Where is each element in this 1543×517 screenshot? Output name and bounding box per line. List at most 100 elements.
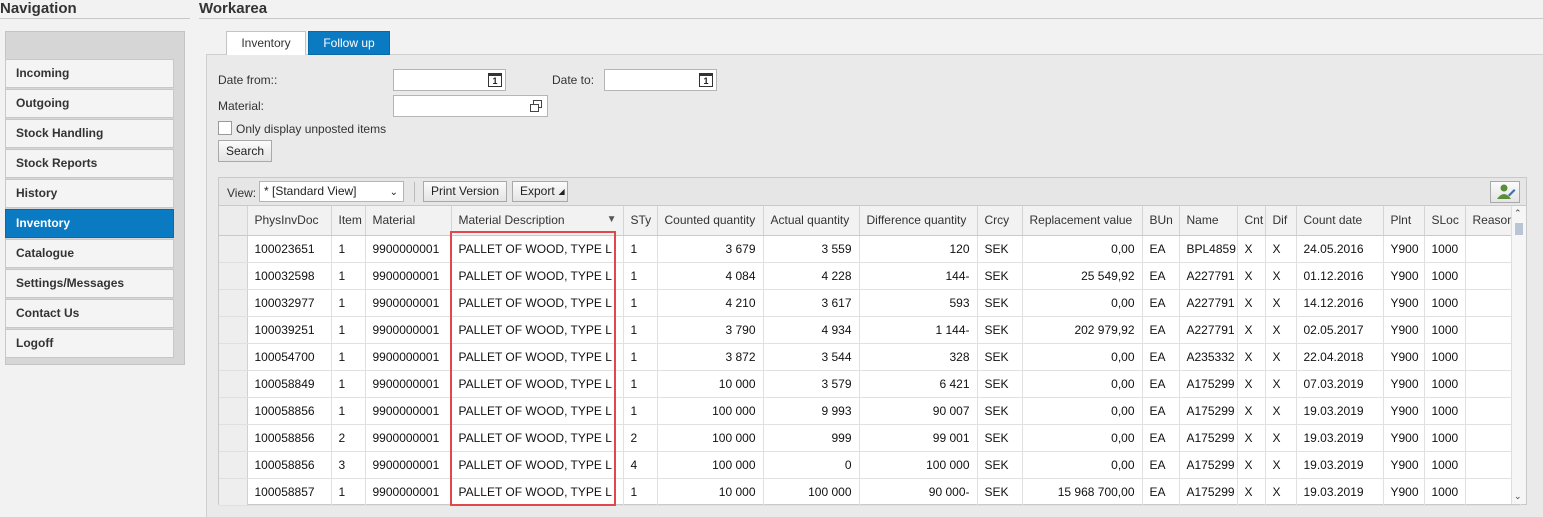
cell-sloc: 1000 [1424,316,1466,344]
column-header-physinvdoc[interactable]: PhysInvDoc [247,206,332,236]
row-selector[interactable] [219,397,248,425]
column-header-name[interactable]: Name [1179,206,1238,236]
workarea-divider [199,18,1543,19]
cell-plnt: Y900 [1383,289,1425,317]
view-select[interactable]: * [Standard View] ⌄ [259,181,404,202]
nav-item-catalogue[interactable]: Catalogue [5,239,174,268]
cell-sloc: 1000 [1424,424,1466,452]
table-row[interactable]: 100039251 1 9900000001 PALLET OF WOOD, TYPE… [219,316,1521,344]
row-selector[interactable] [219,316,248,344]
value-help-icon[interactable] [530,100,543,113]
row-selector[interactable] [219,478,248,506]
row-selector[interactable] [219,235,248,263]
material-input[interactable] [394,96,547,116]
cell-item: 1 [331,316,366,344]
cell-replacement-value: 0,00 [1022,235,1143,263]
nav-item-incoming[interactable]: Incoming [5,59,174,88]
table-vertical-scrollbar[interactable]: ⌃ ⌄ [1511,206,1526,504]
nav-item-logoff[interactable]: Logoff [5,329,174,358]
row-selector[interactable] [219,370,248,398]
cell-actual-quantity: 3 544 [763,343,860,371]
search-button[interactable]: Search [218,140,272,162]
nav-item-outgoing[interactable]: Outgoing [5,89,174,118]
nav-item-settings-messages[interactable]: Settings/Messages [5,269,174,298]
column-header-sloc[interactable]: SLoc [1424,206,1466,236]
cell-cnt: X [1237,424,1266,452]
table-row[interactable]: 100032977 1 9900000001 PALLET OF WOOD, TYPE… [219,289,1521,317]
cell-crcy: SEK [977,424,1023,452]
row-selector[interactable] [219,343,248,371]
table-row[interactable]: 100054700 1 9900000001 PALLET OF WOOD, TYPE… [219,343,1521,371]
cell-replacement-value: 0,00 [1022,451,1143,479]
calendar-icon[interactable]: 1 [488,73,502,87]
row-selector[interactable] [219,424,248,452]
table-header-row: PhysInvDoc Item Material Material Descripti… [219,206,1521,236]
nav-item-contact-us[interactable]: Contact Us [5,299,174,328]
cell-sty: 2 [623,424,658,452]
cell-replacement-value: 0,00 [1022,370,1143,398]
chevron-down-icon: ⌄ [389,187,398,198]
cell-item: 3 [331,451,366,479]
table-row[interactable]: 100023651 1 9900000001 PALLET OF WOOD, TYPE… [219,235,1521,263]
date-from-field[interactable]: 1 [393,69,506,91]
cell-difference-quantity: 6 421 [859,370,978,398]
cell-difference-quantity: 90 000- [859,478,978,506]
cell-material: 9900000001 [365,316,452,344]
cell-plnt: Y900 [1383,262,1425,290]
column-header-sty[interactable]: STy [623,206,658,236]
column-header-label: Difference quantity [866,213,967,228]
cell-material-description: PALLET OF WOOD, TYPE L [451,451,624,479]
export-button[interactable]: Export ◢ [512,181,568,202]
column-header-counted-quantity[interactable]: Counted quantity [657,206,764,236]
column-header-material[interactable]: Material [365,206,452,236]
table-row[interactable]: 100058856 2 9900000001 PALLET OF WOOD, TYPE… [219,424,1521,452]
table-row[interactable]: 100058857 1 9900000001 PALLET OF WOOD, TYPE… [219,478,1521,506]
table-row[interactable]: 100032598 1 9900000001 PALLET OF WOOD, TYPE… [219,262,1521,290]
cell-replacement-value: 0,00 [1022,343,1143,371]
scroll-up-icon[interactable]: ⌃ [1514,208,1522,219]
nav-item-inventory[interactable]: Inventory [5,209,174,238]
row-selector[interactable] [219,289,248,317]
column-header-count-date[interactable]: Count date [1296,206,1384,236]
row-selector-header[interactable] [219,206,248,236]
column-header-plnt[interactable]: Plnt [1383,206,1425,236]
column-header-difference-quantity[interactable]: Difference quantity [859,206,978,236]
dropdown-corner-icon: ◢ [558,187,565,196]
cell-material: 9900000001 [365,343,452,371]
table-row[interactable]: 100058856 3 9900000001 PALLET OF WOOD, TYPE… [219,451,1521,479]
cell-material-description: PALLET OF WOOD, TYPE L [451,262,624,290]
cell-bun: EA [1142,370,1180,398]
table-row[interactable]: 100058856 1 9900000001 PALLET OF WOOD, TYPE… [219,397,1521,425]
cell-counted-quantity: 4 084 [657,262,764,290]
filter-icon[interactable]: ▼ [607,214,617,225]
table-row[interactable]: 100058849 1 9900000001 PALLET OF WOOD, TYPE… [219,370,1521,398]
row-selector[interactable] [219,451,248,479]
scrollbar-thumb[interactable] [1515,223,1523,235]
only-unposted-checkbox[interactable] [218,121,232,135]
column-header-dif[interactable]: Dif [1265,206,1297,236]
tab-inventory[interactable]: Inventory [226,31,306,55]
personalize-button[interactable] [1490,181,1520,203]
cell-actual-quantity: 3 579 [763,370,860,398]
print-version-button[interactable]: Print Version [423,181,508,202]
column-header-crcy[interactable]: Crcy [977,206,1023,236]
column-header-material-description[interactable]: Material Description ▼ [451,206,624,236]
cell-dif: X [1265,343,1297,371]
column-header-replacement-value[interactable]: Replacement value [1022,206,1143,236]
column-header-bun[interactable]: BUn [1142,206,1180,236]
calendar-icon[interactable]: 1 [699,73,713,87]
cell-bun: EA [1142,397,1180,425]
nav-item-history[interactable]: History [5,179,174,208]
nav-item-stock-reports[interactable]: Stock Reports [5,149,174,178]
row-selector[interactable] [219,262,248,290]
view-select-value: * [Standard View] [264,184,357,198]
material-field[interactable] [393,95,548,117]
nav-item-stock-handling[interactable]: Stock Handling [5,119,174,148]
date-to-field[interactable]: 1 [604,69,717,91]
tab-follow-up[interactable]: Follow up [308,31,390,55]
column-header-cnt[interactable]: Cnt [1237,206,1266,236]
column-header-actual-quantity[interactable]: Actual quantity [763,206,860,236]
cell-dif: X [1265,397,1297,425]
scroll-down-icon[interactable]: ⌄ [1514,491,1522,502]
column-header-item[interactable]: Item [331,206,366,236]
